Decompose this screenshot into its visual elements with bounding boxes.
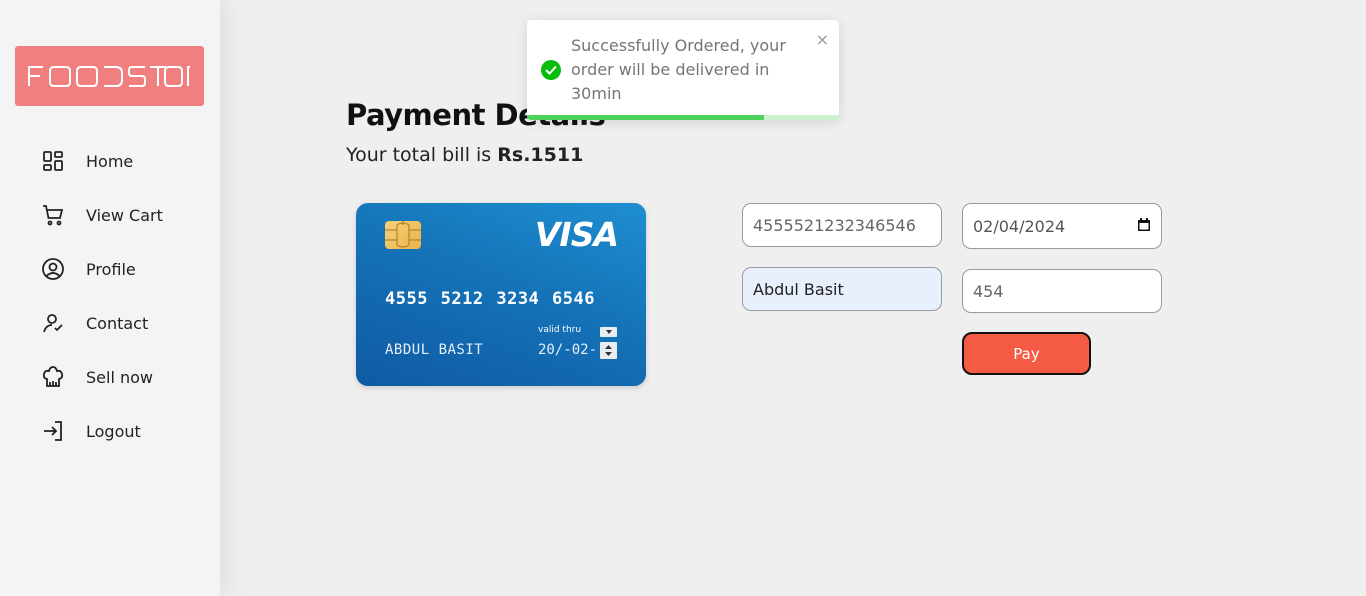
foodstop-logo [27,66,190,87]
sidebar-item-label: Sell now [86,367,153,387]
app-logo[interactable] [15,46,204,106]
card-chip-icon [385,221,421,249]
sidebar-item-label: Contact [86,313,149,333]
cardholder-name-input[interactable] [742,267,942,311]
sidebar-item-profile[interactable]: Profile [40,242,163,296]
total-bill-text: Your total bill is Rs.1511 [346,144,583,166]
toast-progress-track [527,115,839,120]
card-number-display: 4555 5212 3234 6546 [385,289,595,309]
user-circle-icon [40,256,66,282]
credit-card-preview: VISA 4555 5212 3234 6546 valid thru ABDU… [356,203,646,386]
card-number-input[interactable] [742,203,942,247]
success-toast: Successfully Ordered, your order will be… [527,20,839,120]
sidebar-item-label: Profile [86,259,136,279]
contact-icon [40,310,66,336]
sidebar-item-sell-now[interactable]: Sell now [40,350,163,404]
toast-progress-bar [527,115,765,120]
chef-hat-icon [40,364,66,390]
sidebar-item-contact[interactable]: Contact [40,296,163,350]
cart-icon [40,202,66,228]
close-icon[interactable]: × [816,30,829,49]
card-expiry-display: 20/-02- [538,342,598,358]
toast-message: Successfully Ordered, your order will be… [571,36,786,103]
sidebar-item-home[interactable]: Home [40,134,163,188]
calendar-icon[interactable] [1137,217,1151,236]
dashboard-icon [40,148,66,174]
bill-amount: Rs.1511 [497,144,584,166]
bill-prefix: Your total bill is [346,144,498,166]
spinner-icon [600,342,617,359]
sidebar: Home View Cart Profile Contact Sell now … [0,0,220,596]
card-brand: VISA [534,215,619,254]
expiry-date-value: 02/04/2024 [973,216,1066,236]
pay-button[interactable]: Pay [962,332,1091,375]
sidebar-item-view-cart[interactable]: View Cart [40,188,163,242]
sidebar-item-label: Logout [86,421,141,441]
sidebar-nav: Home View Cart Profile Contact Sell now … [40,134,163,458]
chevron-down-icon [600,327,617,337]
logout-icon [40,418,66,444]
card-holder-display: ABDUL BASIT [385,342,484,358]
sidebar-item-label: Home [86,151,134,171]
expiry-date-input[interactable]: 02/04/2024 [962,203,1162,249]
sidebar-item-logout[interactable]: Logout [40,404,163,458]
check-circle-icon [541,60,561,80]
sidebar-item-label: View Cart [86,205,163,225]
valid-thru-label: valid thru [538,325,582,335]
cvv-input[interactable] [962,269,1162,313]
